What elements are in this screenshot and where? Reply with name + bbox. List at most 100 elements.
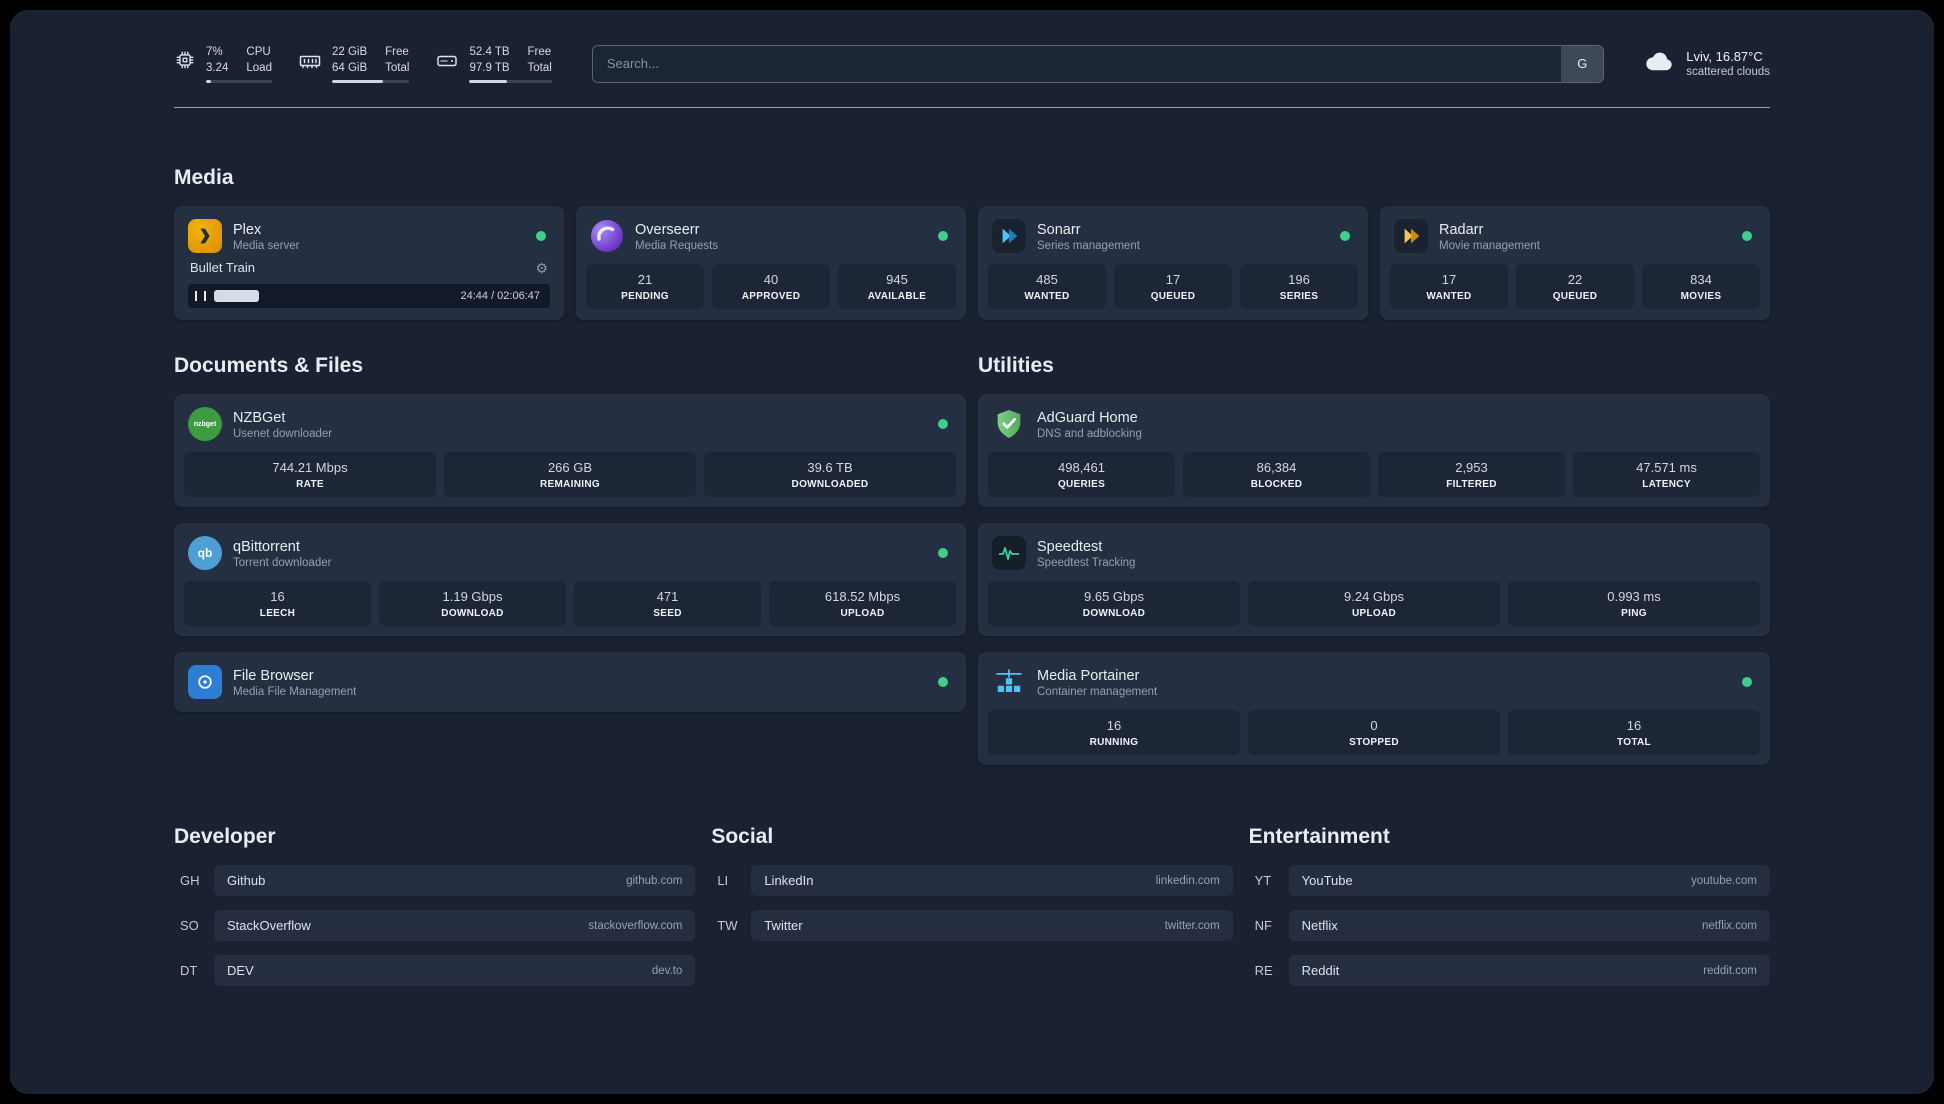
player-progress-bar: 24:44 / 02:06:47 <box>188 284 550 309</box>
cpu-icon <box>174 49 196 71</box>
bookmark-domain: twitter.com <box>1164 919 1220 932</box>
bookmark-stackoverflow[interactable]: SO StackOverflow stackoverflow.com <box>174 910 696 942</box>
bookmark-reddit[interactable]: RE Reddit reddit.com <box>1249 955 1770 987</box>
service-name: Speedtest <box>1037 538 1103 555</box>
service-stats: 744.21 Mbps RATE 266 GB REMAINING 39.6 T… <box>184 452 956 498</box>
bookmark-github[interactable]: GH Github github.com <box>174 865 696 897</box>
service-subtitle: DNS and adblocking <box>1037 427 1142 440</box>
weather-widget: Lviv, 16.87°C scattered clouds <box>1644 48 1770 79</box>
cpu-widget: 7% 3.24 CPU Load <box>174 44 272 84</box>
pause-button[interactable] <box>195 291 206 302</box>
stat-tile: 47.571 ms LATENCY <box>1573 452 1760 498</box>
stat-tile: 2,953 FILTERED <box>1378 452 1565 498</box>
stat-label: SEED <box>653 608 682 620</box>
status-dot <box>938 677 948 688</box>
search-input[interactable] <box>592 45 1562 82</box>
stat-value: 2,953 <box>1455 460 1488 476</box>
stat-tile: 9.24 Gbps UPLOAD <box>1248 581 1500 627</box>
bookmark-youtube[interactable]: YT YouTube youtube.com <box>1249 865 1770 897</box>
bookmark-abbr: LI <box>717 873 729 889</box>
bookmark-name: Twitter <box>764 918 803 934</box>
stat-value: 266 GB <box>547 460 593 476</box>
service-card-radarr[interactable]: Radarr Movie management 17 WANTED 22 QUE… <box>1380 206 1770 321</box>
stat-value: 485 <box>1036 272 1058 288</box>
service-name: NZBGet <box>233 409 286 426</box>
overseerr-icon <box>590 219 624 253</box>
bookmark-name: Reddit <box>1301 963 1340 979</box>
status-dot <box>1742 677 1752 688</box>
memory-free-value: 22 GiB <box>331 46 368 58</box>
service-card-overseerr[interactable]: Overseerr Media Requests 21 PENDING 40 A… <box>576 206 966 321</box>
nzbget-icon: nzbget <box>188 407 222 442</box>
weather-condition: scattered clouds <box>1686 66 1770 79</box>
plex-now-playing: Bullet Train ⚙ 24:44 / 02:06:47 <box>188 260 550 309</box>
bookmark-domain: stackoverflow.com <box>588 919 683 932</box>
stat-value: 9.24 Gbps <box>1344 589 1404 605</box>
service-card-nzbget[interactable]: nzbget NZBGet Usenet downloader 744.21 M… <box>174 394 966 508</box>
service-card-portainer[interactable]: Media Portainer Container management 16 … <box>978 652 1770 766</box>
stat-label: QUERIES <box>1057 479 1106 491</box>
service-card-plex[interactable]: Plex Media server Bullet Train ⚙ 24:44 /… <box>174 206 564 321</box>
stat-label: SERIES <box>1279 291 1319 303</box>
bookmark-domain: dev.to <box>651 964 683 977</box>
cpu-usage-value: 7% <box>206 46 223 58</box>
memory-progress-fill <box>331 80 384 84</box>
stat-label: STOPPED <box>1349 737 1399 749</box>
service-subtitle: Media File Management <box>233 685 357 698</box>
bookmark-netflix[interactable]: NF Netflix netflix.com <box>1249 910 1770 942</box>
stat-label: WANTED <box>1426 291 1472 303</box>
stat-tile: 17 WANTED <box>1390 264 1508 310</box>
service-subtitle: Speedtest Tracking <box>1037 556 1136 569</box>
stat-label: AVAILABLE <box>867 291 927 303</box>
stat-tile: 0 STOPPED <box>1248 710 1500 756</box>
bookmark-abbr: GH <box>180 873 200 889</box>
stat-label: QUEUED <box>1552 291 1598 303</box>
service-card-adguard[interactable]: AdGuard Home DNS and adblocking 498,461 … <box>978 394 1770 508</box>
service-name: Sonarr <box>1037 221 1081 238</box>
service-card-qbittorrent[interactable]: qb qBittorrent Torrent downloader 16 LEE… <box>174 523 966 637</box>
section-title-documents: Documents & Files <box>174 354 364 378</box>
gear-icon[interactable]: ⚙ <box>535 261 548 275</box>
topbar: 7% 3.24 CPU Load 22 GiB 64 GiB Free Tota… <box>174 44 1770 84</box>
memory-widget: 22 GiB 64 GiB Free Total <box>298 44 410 84</box>
service-card-speedtest[interactable]: Speedtest Speedtest Tracking 9.65 Gbps D… <box>978 523 1770 637</box>
stat-tile: 618.52 Mbps UPLOAD <box>769 581 956 627</box>
stat-value: 471 <box>656 589 679 605</box>
service-stats: 9.65 Gbps DOWNLOAD 9.24 Gbps UPLOAD 0.99… <box>988 581 1760 627</box>
bookmark-dev[interactable]: DT DEV dev.to <box>174 955 696 987</box>
stat-label: LEECH <box>259 608 296 620</box>
section-title-media: Media <box>174 166 234 190</box>
stat-label: REMAINING <box>540 479 600 491</box>
bookmark-abbr: SO <box>180 918 199 934</box>
bookmark-domain: linkedin.com <box>1155 874 1220 887</box>
stat-label: DOWNLOADED <box>791 479 869 491</box>
stat-label: PENDING <box>621 291 669 303</box>
bookmark-linkedin[interactable]: LI LinkedIn linkedin.com <box>711 865 1233 897</box>
service-stats: 16 LEECH 1.19 Gbps DOWNLOAD 471 SEED 618… <box>184 581 956 627</box>
bookmark-name: DEV <box>227 963 254 979</box>
disk-progress-track <box>469 80 552 84</box>
bookmark-domain: youtube.com <box>1691 874 1757 887</box>
service-card-sonarr[interactable]: Sonarr Series management 485 WANTED 17 Q… <box>978 206 1368 321</box>
service-stats: 16 RUNNING 0 STOPPED 16 TOTAL <box>988 710 1760 756</box>
stat-value: 21 <box>637 272 653 288</box>
service-name: Plex <box>233 221 262 238</box>
search-provider-button[interactable]: G <box>1561 45 1604 82</box>
stat-label: FILTERED <box>1446 479 1497 491</box>
stat-value: 618.52 Mbps <box>824 589 901 605</box>
player-track <box>214 290 452 303</box>
service-name: Radarr <box>1439 221 1484 238</box>
stat-tile: 471 SEED <box>574 581 761 627</box>
stat-value: 16 <box>270 589 285 605</box>
cpu-load-value: 3.24 <box>206 62 229 75</box>
status-dot <box>536 231 546 242</box>
service-card-filebrowser[interactable]: File Browser Media File Management <box>174 652 966 713</box>
cloud-icon <box>1644 48 1676 79</box>
radarr-icon <box>1394 219 1428 254</box>
stat-value: 744.21 Mbps <box>272 460 348 476</box>
qbittorrent-icon: qb <box>188 536 222 571</box>
bookmark-group-developer: Developer GH Github github.com SO StackO… <box>174 825 696 987</box>
media-row: Plex Media server Bullet Train ⚙ 24:44 /… <box>174 206 1770 321</box>
bookmark-twitter[interactable]: TW Twitter twitter.com <box>711 910 1233 942</box>
stat-label: RUNNING <box>1089 737 1139 749</box>
